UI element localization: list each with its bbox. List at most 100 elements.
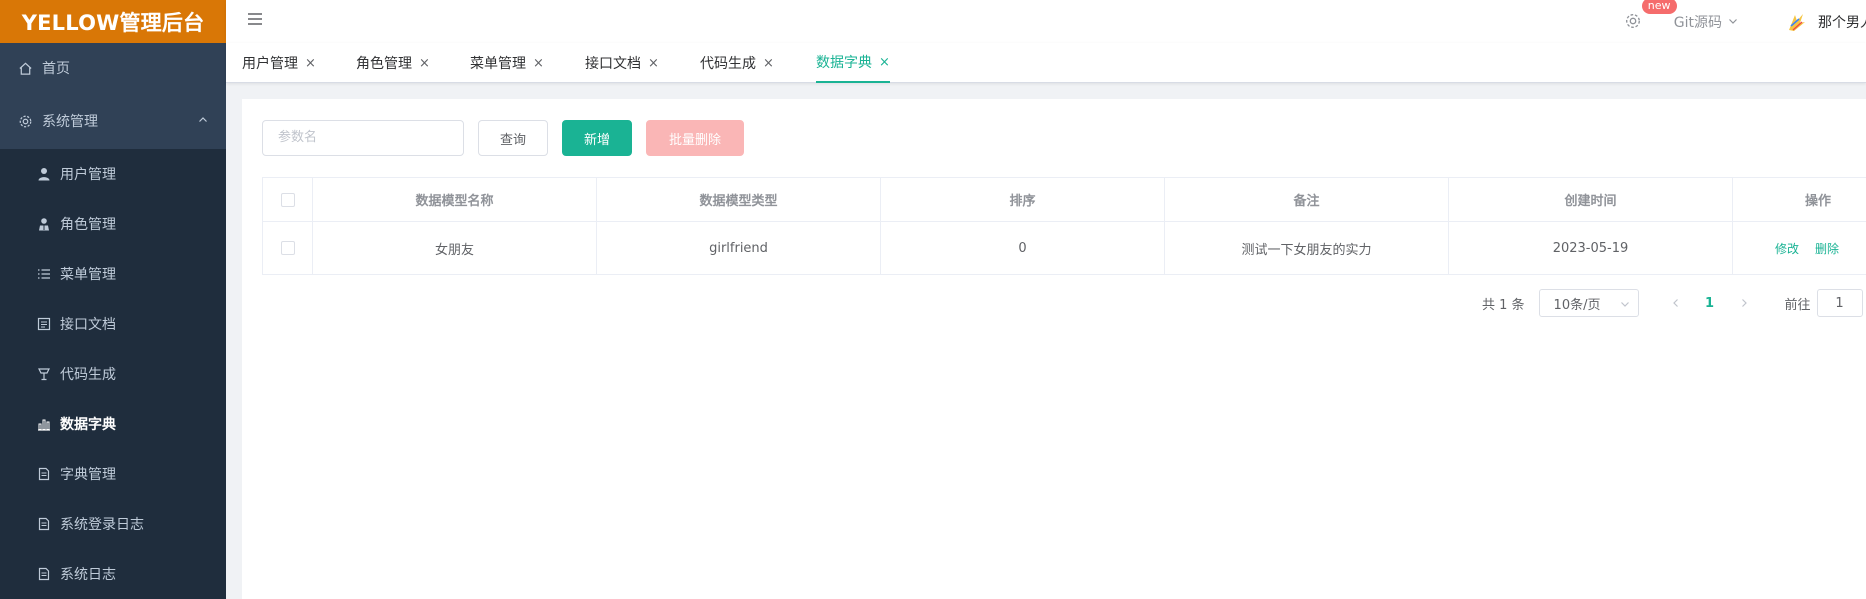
user-name[interactable]: 那个男人 xyxy=(1818,12,1866,32)
data-table: 数据模型名称 数据模型类型 排序 备注 创建时间 操作 女朋友 girlfrie… xyxy=(262,177,1866,275)
goto-page-input[interactable]: 1 xyxy=(1816,289,1863,317)
close-icon[interactable]: × xyxy=(763,56,774,71)
chevron-right-icon xyxy=(1741,299,1747,307)
chevron-down-icon xyxy=(1620,298,1630,313)
tab-data-dictionary[interactable]: 数据字典 × xyxy=(816,43,890,83)
edit-link[interactable]: 修改 xyxy=(1775,240,1799,257)
tab-menu-management[interactable]: 菜单管理 × xyxy=(470,43,544,83)
sidebar-item-dict-management[interactable]: 字典管理 xyxy=(0,449,226,499)
sidebar-item-label: 首页 xyxy=(42,61,70,77)
add-button[interactable]: 新增 xyxy=(562,120,632,156)
chevron-left-icon xyxy=(1672,299,1678,307)
tab-code-gen[interactable]: 代码生成 × xyxy=(700,43,774,83)
tab-label: 角色管理 xyxy=(356,56,412,72)
page-size-select[interactable]: 10条/页 xyxy=(1538,289,1639,317)
close-icon[interactable]: × xyxy=(419,56,430,71)
cell-sort: 0 xyxy=(881,222,1165,274)
gear-icon xyxy=(1625,13,1640,28)
sidebar-item-label: 接口文档 xyxy=(60,317,116,333)
main-card: 参数名 查询 新增 批量删除 数据模型名称 数据模型类型 排序 备注 创建时间 … xyxy=(242,99,1866,599)
close-icon[interactable]: × xyxy=(648,56,659,71)
sidebar-item-label: 系统日志 xyxy=(60,567,116,583)
cell-remark: 测试一下女朋友的实力 xyxy=(1165,222,1449,274)
hamburger-icon[interactable] xyxy=(246,10,268,32)
git-source-link[interactable]: Git源码 xyxy=(1674,12,1722,32)
chevron-up-icon xyxy=(198,113,208,129)
top-navbar: new Git源码 那个男人 xyxy=(226,0,1866,43)
settings-button[interactable]: new xyxy=(1624,0,1677,32)
select-all-checkbox[interactable] xyxy=(280,192,295,207)
table-header: 数据模型名称 数据模型类型 排序 备注 创建时间 操作 xyxy=(263,178,1866,222)
column-header: 创建时间 xyxy=(1449,178,1733,221)
sidebar-item-label: 数据字典 xyxy=(60,417,116,433)
sidebar-group-system[interactable]: 系统管理 xyxy=(0,93,226,149)
tab-label: 接口文档 xyxy=(585,56,641,72)
sidebar: YELLOW管理后台 首页 系统管理 用户管理 角色管理 菜单管理 接口文档 代… xyxy=(0,0,226,599)
cell-name: 女朋友 xyxy=(313,222,597,274)
bulk-delete-button[interactable]: 批量删除 xyxy=(646,120,744,156)
pagination: 共 1 条 10条/页 1 前往 1 xyxy=(1482,289,1863,317)
new-badge: new xyxy=(1641,0,1677,14)
sidebar-group-label: 系统管理 xyxy=(42,114,98,130)
tab-label: 数据字典 xyxy=(816,55,872,71)
sidebar-item-menu-management[interactable]: 菜单管理 xyxy=(0,249,226,299)
column-header: 排序 xyxy=(881,178,1165,221)
sidebar-item-api-docs[interactable]: 接口文档 xyxy=(0,299,226,349)
close-icon[interactable]: × xyxy=(305,56,316,71)
delete-link[interactable]: 删除 xyxy=(1815,240,1839,257)
sidebar-submenu: 用户管理 角色管理 菜单管理 接口文档 代码生成 数据字典 字典管理 系统登录日… xyxy=(0,149,226,599)
cell-actions: 修改 删除 xyxy=(1733,222,1866,274)
prev-page-button[interactable] xyxy=(1659,289,1693,317)
user-icon xyxy=(36,166,52,182)
cell-type: girlfriend xyxy=(597,222,881,274)
document-icon xyxy=(36,466,52,482)
home-icon xyxy=(16,59,34,77)
total-count: 共 1 条 xyxy=(1482,297,1525,313)
sidebar-item-data-dictionary[interactable]: 数据字典 xyxy=(0,399,226,449)
document-icon xyxy=(36,566,52,582)
close-icon[interactable]: × xyxy=(879,55,890,70)
tags-view: 用户管理 × 角色管理 × 菜单管理 × 接口文档 × 代码生成 × 数据字典 … xyxy=(226,43,1866,83)
app-logo[interactable]: YELLOW管理后台 xyxy=(0,0,226,43)
sidebar-item-label: 菜单管理 xyxy=(60,267,116,283)
sidebar-item-home[interactable]: 首页 xyxy=(0,43,226,93)
query-button[interactable]: 查询 xyxy=(478,120,548,156)
column-header: 备注 xyxy=(1165,178,1449,221)
tab-label: 代码生成 xyxy=(700,56,756,72)
search-input[interactable]: 参数名 xyxy=(262,120,464,156)
sidebar-item-code-gen[interactable]: 代码生成 xyxy=(0,349,226,399)
next-page-button[interactable] xyxy=(1727,289,1761,317)
tab-role-management[interactable]: 角色管理 × xyxy=(356,43,430,83)
sidebar-item-label: 用户管理 xyxy=(60,167,116,183)
sidebar-item-user-management[interactable]: 用户管理 xyxy=(0,149,226,199)
role-icon xyxy=(36,216,52,232)
tab-label: 菜单管理 xyxy=(470,56,526,72)
goto-label: 前往 xyxy=(1784,297,1811,313)
column-header: 数据模型名称 xyxy=(313,178,597,221)
sidebar-item-label: 代码生成 xyxy=(60,367,116,383)
right-menu: new Git源码 那个男人 xyxy=(1624,0,1866,43)
chevron-down-icon[interactable] xyxy=(1728,14,1738,30)
code-gen-icon xyxy=(36,366,52,382)
header-checkbox-cell xyxy=(263,178,313,221)
row-checkbox-cell xyxy=(263,222,313,274)
page-size-value: 10条/页 xyxy=(1553,297,1601,313)
avatar[interactable] xyxy=(1786,11,1808,33)
sidebar-item-login-log[interactable]: 系统登录日志 xyxy=(0,499,226,549)
chart-icon xyxy=(36,416,52,432)
tab-api-docs[interactable]: 接口文档 × xyxy=(585,43,659,83)
page-number[interactable]: 1 xyxy=(1693,289,1727,317)
api-doc-icon xyxy=(36,316,52,332)
tab-label: 用户管理 xyxy=(242,56,298,72)
sidebar-item-role-management[interactable]: 角色管理 xyxy=(0,199,226,249)
close-icon[interactable]: × xyxy=(533,56,544,71)
menu-list-icon xyxy=(36,266,52,282)
sidebar-item-label: 角色管理 xyxy=(60,217,116,233)
row-checkbox[interactable] xyxy=(280,241,295,255)
column-header: 操作 xyxy=(1805,194,1832,209)
sidebar-item-label: 字典管理 xyxy=(60,467,116,483)
table-row: 女朋友 girlfriend 0 测试一下女朋友的实力 2023-05-19 修… xyxy=(263,222,1866,275)
sidebar-item-system-log[interactable]: 系统日志 xyxy=(0,549,226,599)
gear-icon xyxy=(16,112,34,130)
tab-user-management[interactable]: 用户管理 × xyxy=(242,43,316,83)
